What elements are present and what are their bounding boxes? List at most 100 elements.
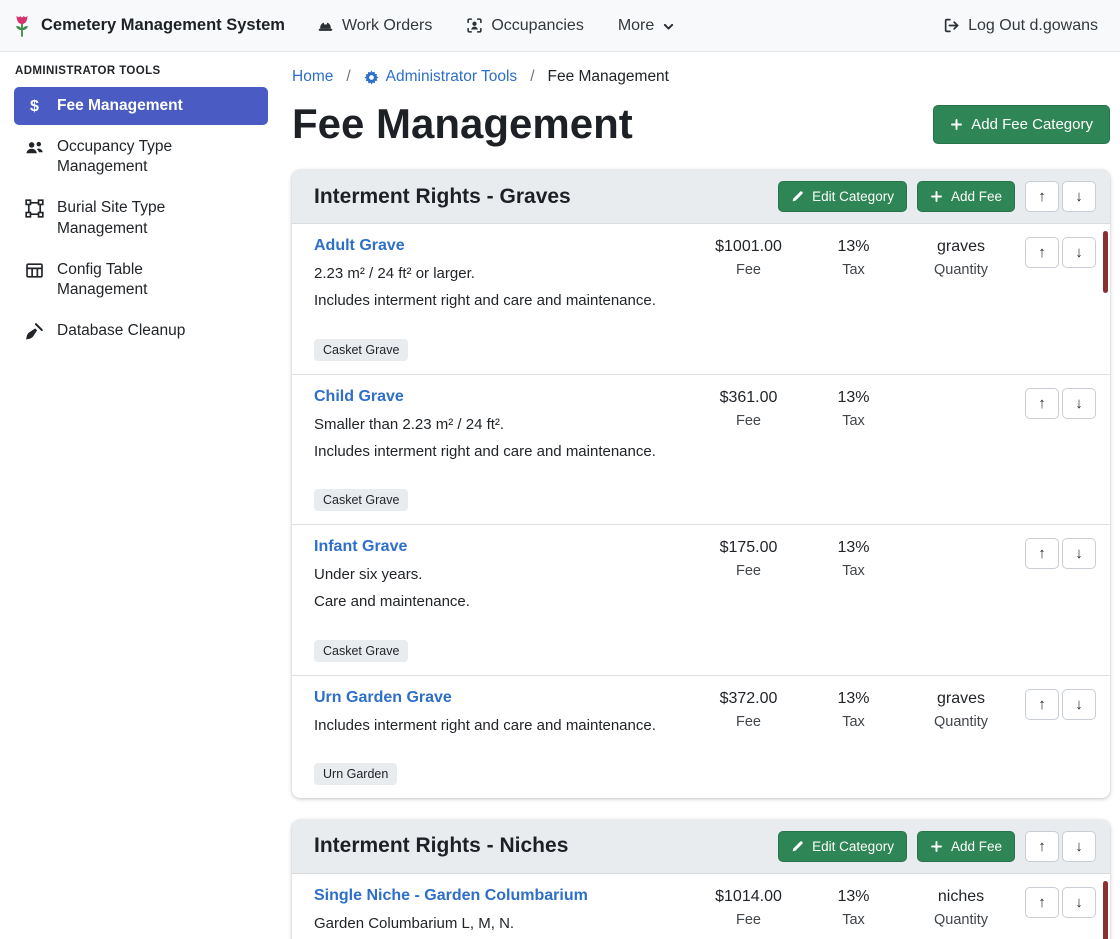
breadcrumb-admin-tools-label: Administrator Tools bbox=[386, 68, 518, 86]
fee-quantity: nichesQuantity bbox=[906, 887, 1016, 928]
fee-reorder: ↑↓ bbox=[1016, 237, 1096, 268]
fee-info: Child Grave Smaller than 2.23 m² / 24 ft²… bbox=[314, 388, 696, 512]
logout-icon bbox=[943, 17, 960, 34]
add-fee-category-button[interactable]: Add Fee Category bbox=[933, 105, 1110, 144]
fee-tax-value: 13% bbox=[801, 690, 906, 709]
fee-name-link[interactable]: Adult Grave bbox=[314, 237, 405, 255]
occupancy-frame-icon bbox=[466, 17, 483, 34]
fee-amount-label: Fee bbox=[696, 563, 801, 579]
nav-item-occupancies[interactable]: Occupancies bbox=[466, 17, 584, 35]
chevron-down-icon bbox=[662, 20, 675, 33]
breadcrumb-separator: / bbox=[346, 68, 350, 86]
move-category-down-button[interactable]: ↓ bbox=[1062, 181, 1096, 212]
pencil-icon bbox=[791, 840, 804, 853]
scrollbar-thumb[interactable] bbox=[1103, 881, 1108, 939]
breadcrumb-admin-tools-link[interactable]: Administrator Tools bbox=[364, 68, 518, 86]
reorder-buttons: ↑↓ bbox=[1025, 831, 1096, 862]
fee-reorder: ↑↓ bbox=[1016, 538, 1096, 569]
fee-description: Smaller than 2.23 m² / 24 ft². bbox=[314, 413, 686, 436]
add-fee-button[interactable]: Add Fee bbox=[917, 181, 1015, 212]
fee-row: Single Niche - Garden Columbarium Garden … bbox=[292, 874, 1110, 939]
plus-icon bbox=[930, 840, 943, 853]
app-title: Cemetery Management System bbox=[41, 16, 285, 35]
fee-description: Under six years. bbox=[314, 563, 686, 586]
reorder-buttons: ↑↓ bbox=[1025, 388, 1096, 419]
add-fee-button-label: Add Fee bbox=[951, 839, 1002, 854]
tulip-logo-icon bbox=[12, 13, 32, 39]
fee-tag: Casket Grave bbox=[314, 640, 408, 662]
fee-tax-label: Tax bbox=[801, 912, 906, 928]
fee-category-header: Interment Rights - Niches Edit Category Ad… bbox=[292, 820, 1110, 874]
sidebar-heading: ADMINISTRATOR TOOLS bbox=[15, 65, 268, 77]
hard-hat-icon bbox=[317, 17, 334, 34]
fee-categories: Interment Rights - Graves Edit Category Ad… bbox=[292, 170, 1110, 939]
breadcrumb-home-link[interactable]: Home bbox=[292, 68, 333, 86]
move-category-up-button[interactable]: ↑ bbox=[1025, 831, 1059, 862]
title-row: Fee Management Add Fee Category bbox=[292, 100, 1110, 148]
app-brand[interactable]: Cemetery Management System bbox=[12, 13, 285, 39]
people-icon bbox=[25, 138, 44, 157]
fee-category-title: Interment Rights - Graves bbox=[314, 185, 571, 209]
move-fee-down-button[interactable]: ↓ bbox=[1062, 388, 1096, 419]
fee-tax: 13%Tax bbox=[801, 388, 906, 429]
move-fee-down-button[interactable]: ↓ bbox=[1062, 237, 1096, 268]
move-category-up-button[interactable]: ↑ bbox=[1025, 181, 1059, 212]
fee-quantity-value: niches bbox=[906, 888, 1016, 907]
fee-tag: Casket Grave bbox=[314, 489, 408, 511]
move-fee-up-button[interactable]: ↑ bbox=[1025, 388, 1059, 419]
scrollbar-thumb[interactable] bbox=[1103, 231, 1108, 293]
category-actions: Edit Category Add Fee ↑↓ bbox=[778, 831, 1096, 862]
move-fee-down-button[interactable]: ↓ bbox=[1062, 538, 1096, 569]
table-icon bbox=[25, 261, 44, 280]
sidebar-item-occupancy-type-management[interactable]: Occupancy Type Management bbox=[14, 128, 268, 186]
fee-reorder: ↑↓ bbox=[1016, 388, 1096, 419]
fee-name-link[interactable]: Infant Grave bbox=[314, 538, 407, 556]
edit-category-button[interactable]: Edit Category bbox=[778, 831, 907, 862]
sidebar-item-label: Database Cleanup bbox=[57, 321, 185, 341]
fee-name-link[interactable]: Single Niche - Garden Columbarium bbox=[314, 887, 588, 905]
fee-description: Garden Columbarium L, M, N. bbox=[314, 912, 686, 935]
dollar-icon: $ bbox=[25, 97, 44, 116]
fee-info: Adult Grave2.23 m² / 24 ft² or larger.In… bbox=[314, 237, 696, 361]
sidebar-item-label: Occupancy Type Management bbox=[57, 137, 235, 177]
plus-icon bbox=[950, 118, 963, 131]
move-fee-up-button[interactable]: ↑ bbox=[1025, 887, 1059, 918]
fee-category-title: Interment Rights - Niches bbox=[314, 834, 568, 858]
fee-tax: 13% Tax bbox=[801, 237, 906, 278]
edit-category-button[interactable]: Edit Category bbox=[778, 181, 907, 212]
move-fee-up-button[interactable]: ↑ bbox=[1025, 689, 1059, 720]
move-fee-down-button[interactable]: ↓ bbox=[1062, 887, 1096, 918]
sidebar-item-label: Config Table Management bbox=[57, 260, 235, 300]
move-fee-up-button[interactable]: ↑ bbox=[1025, 538, 1059, 569]
fee-quantity: gravesQuantity bbox=[906, 237, 1016, 278]
sidebar-item-label: Burial Site Type Management bbox=[57, 198, 235, 238]
fee-tax: 13%Tax bbox=[801, 689, 906, 730]
add-fee-button[interactable]: Add Fee bbox=[917, 831, 1015, 862]
fee-name-link[interactable]: Urn Garden Grave bbox=[314, 689, 452, 707]
sidebar-item-config-table-management[interactable]: Config Table Management bbox=[14, 251, 268, 309]
reorder-buttons: ↑↓ bbox=[1025, 181, 1096, 212]
reorder-buttons: ↑↓ bbox=[1025, 887, 1096, 918]
logout-label: Log Out d.gowans bbox=[968, 17, 1098, 35]
move-fee-down-button[interactable]: ↓ bbox=[1062, 689, 1096, 720]
add-fee-category-label: Add Fee Category bbox=[971, 116, 1093, 133]
sidebar-item-burial-site-type-management[interactable]: Burial Site Type Management bbox=[14, 189, 268, 247]
page-layout: ADMINISTRATOR TOOLS $Fee Management Occup… bbox=[0, 52, 1120, 939]
fee-amount-value: $361.00 bbox=[696, 389, 801, 408]
fee-amount-label: Fee bbox=[696, 912, 801, 928]
nav-item-more[interactable]: More bbox=[618, 17, 675, 35]
sidebar-item-fee-management[interactable]: $Fee Management bbox=[14, 87, 268, 125]
nav-item-work-orders[interactable]: Work Orders bbox=[317, 17, 432, 35]
sidebar-item-database-cleanup[interactable]: Database Cleanup bbox=[14, 312, 268, 350]
logout-button[interactable]: Log Out d.gowans bbox=[943, 17, 1098, 35]
sidebar-list: $Fee Management Occupancy Type Management… bbox=[14, 87, 268, 350]
fee-tax-value: 13% bbox=[801, 238, 906, 257]
move-category-down-button[interactable]: ↓ bbox=[1062, 831, 1096, 862]
fee-tax: 13%Tax bbox=[801, 887, 906, 928]
fee-description: Includes interment right and care and ma… bbox=[314, 440, 686, 463]
fee-tax-label: Tax bbox=[801, 262, 906, 278]
move-fee-up-button[interactable]: ↑ bbox=[1025, 237, 1059, 268]
fee-info: Single Niche - Garden Columbarium Garden … bbox=[314, 887, 696, 939]
fee-name-link[interactable]: Child Grave bbox=[314, 388, 404, 406]
fee-quantity: gravesQuantity bbox=[906, 689, 1016, 730]
